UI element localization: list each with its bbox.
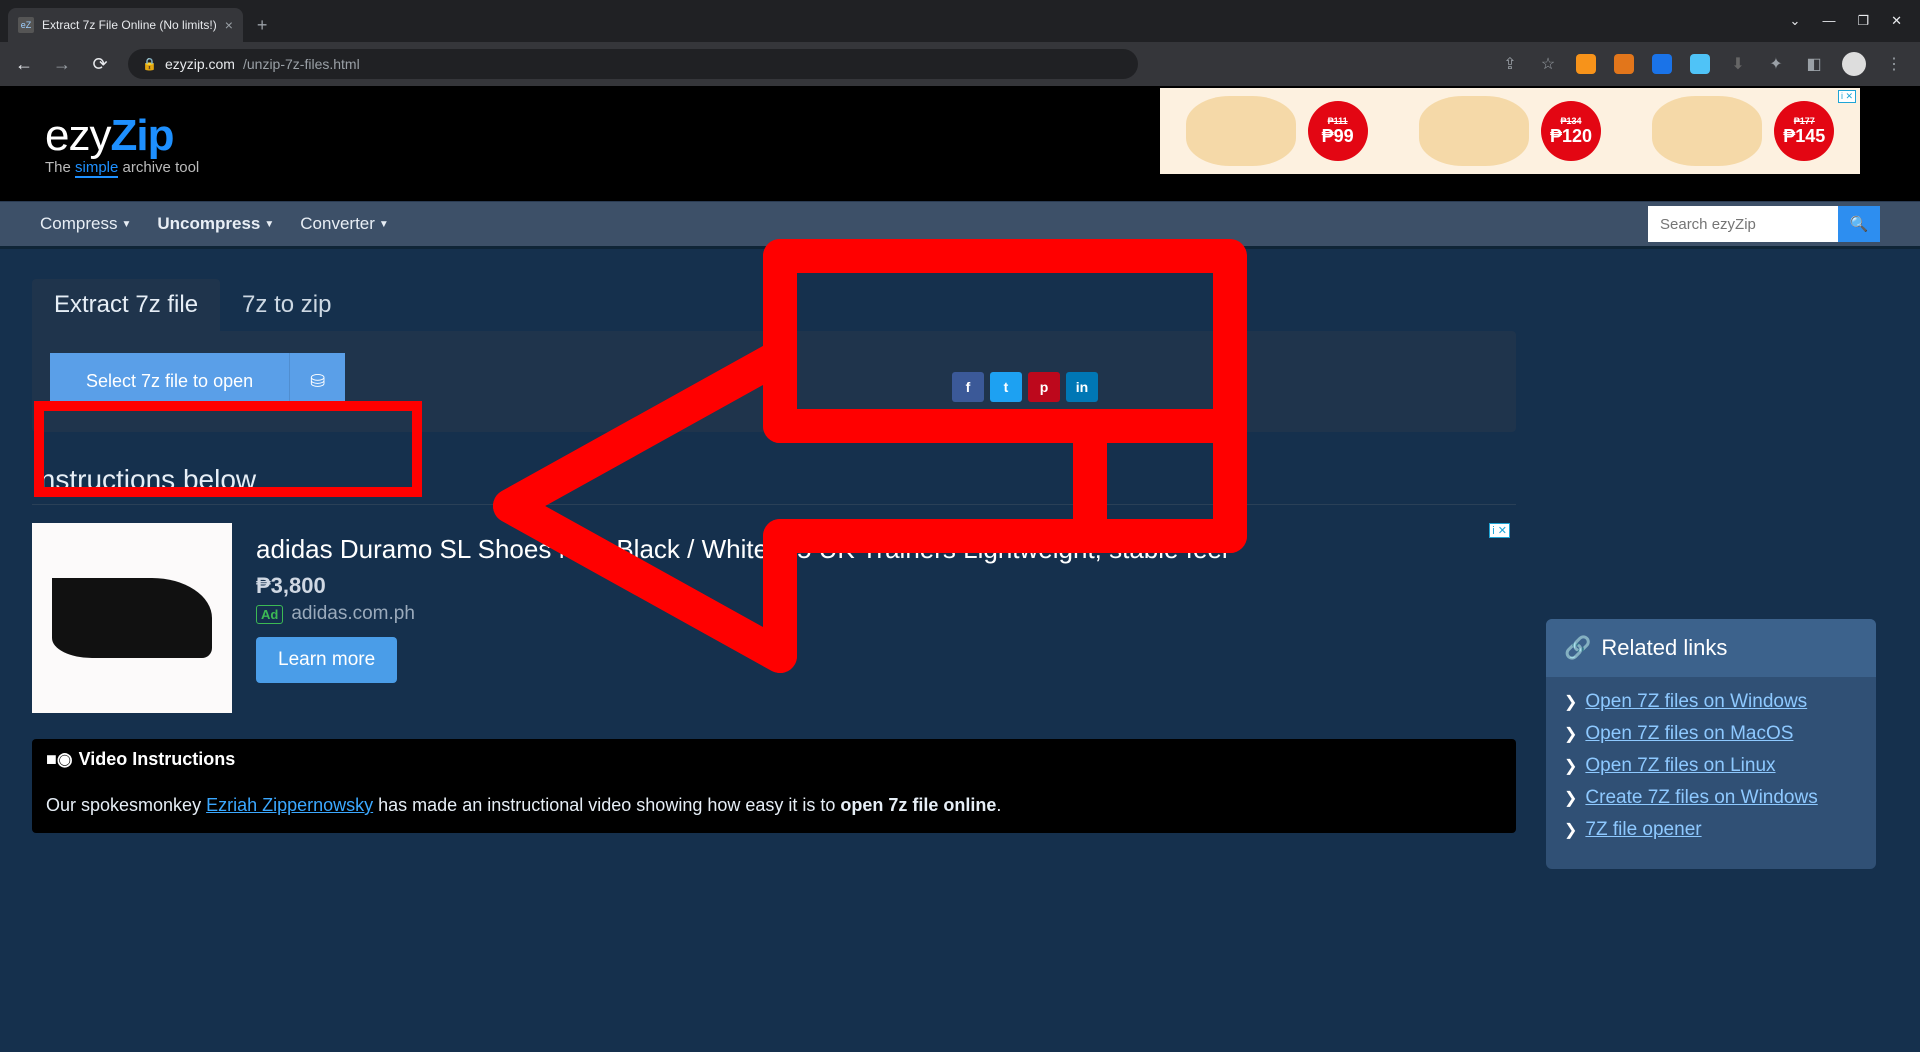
upload-zone: Select 7z file to open ⛁: [32, 331, 1516, 432]
related-link[interactable]: Open 7Z files on Linux: [1585, 755, 1775, 777]
related-link-item: ❯ 7Z file opener: [1564, 819, 1858, 841]
extension-icon-2[interactable]: [1614, 54, 1634, 74]
caret-down-icon: ▼: [379, 219, 389, 230]
minimize-icon[interactable]: ―: [1822, 13, 1835, 29]
related-link-item: ❯ Open 7Z files on Linux: [1564, 755, 1858, 777]
tab-close-icon[interactable]: ×: [225, 17, 233, 33]
chevron-right-icon: ❯: [1564, 788, 1577, 808]
social-share: f t p in: [952, 372, 1098, 402]
linkedin-share[interactable]: in: [1066, 372, 1098, 402]
ad-marker-icon[interactable]: i ✕: [1489, 523, 1510, 538]
video-instructions-card: ■◉Video Instructions Our spokesmonkey Ez…: [32, 739, 1516, 833]
related-link-item: ❯ Create 7Z files on Windows: [1564, 787, 1858, 809]
logo-text-2: Zip: [110, 111, 173, 160]
close-window-icon[interactable]: ✕: [1891, 13, 1902, 29]
nav-back-icon[interactable]: ←: [10, 54, 38, 75]
pinterest-share[interactable]: p: [1028, 372, 1060, 402]
ad-product-image: [32, 523, 232, 713]
tab-7z-to-zip[interactable]: 7z to zip: [220, 279, 353, 331]
tab-title: Extract 7z File Online (No limits!): [42, 18, 217, 32]
browser-address-bar: ← → ⟳ 🔒 ezyzip.com/unzip-7z-files.html ⇪…: [0, 42, 1920, 86]
nav-forward-icon[interactable]: →: [48, 54, 76, 75]
ad-title: adidas Duramo SL Shoes Men Black / White…: [256, 533, 1516, 567]
browser-tab[interactable]: eZ Extract 7z File Online (No limits!) ×: [8, 8, 243, 42]
ad-cta-button[interactable]: Learn more: [256, 637, 397, 683]
chevron-right-icon: ❯: [1564, 724, 1577, 744]
url-domain: ezyzip.com: [165, 56, 235, 72]
extension-icon-4[interactable]: [1690, 54, 1710, 74]
related-link-item: ❯ Open 7Z files on Windows: [1564, 691, 1858, 713]
banner-ad[interactable]: i ✕ ₱111₱99 ₱134₱120 ₱177₱145: [1160, 88, 1860, 174]
bookmark-star-icon[interactable]: ☆: [1538, 54, 1558, 74]
main-nav: Compress▼ Uncompress▼ Converter▼ 🔍: [0, 201, 1920, 249]
related-link[interactable]: Open 7Z files on MacOS: [1585, 723, 1793, 745]
window-controls: ⌄ ― ❐ ✕: [1790, 13, 1920, 29]
video-card-body: Our spokesmonkey Ezriah Zippernowsky has…: [32, 780, 1516, 833]
site-logo[interactable]: ezyZip The simple archive tool: [45, 111, 199, 176]
lock-icon: 🔒: [142, 57, 157, 71]
video-icon: ■◉: [46, 749, 73, 770]
extension-icon-1[interactable]: [1576, 54, 1596, 74]
link-icon: 🔗: [1564, 635, 1591, 661]
tab-favicon-icon: eZ: [18, 17, 34, 33]
related-links-heading: 🔗Related links: [1546, 619, 1876, 677]
page-tabs: Extract 7z file 7z to zip: [32, 279, 1516, 331]
logo-tagline: The simple archive tool: [45, 159, 199, 176]
video-card-heading: ■◉Video Instructions: [32, 739, 1516, 780]
new-tab-button[interactable]: +: [257, 15, 268, 36]
nav-reload-icon[interactable]: ⟳: [86, 54, 114, 75]
side-panel-icon[interactable]: ◧: [1804, 54, 1824, 74]
nav-compress[interactable]: Compress▼: [40, 214, 131, 234]
ad-price: ₱3,800: [256, 573, 1516, 599]
instructions-heading: Instructions below: [32, 464, 1516, 505]
select-file-button[interactable]: Select 7z file to open: [50, 353, 289, 410]
ad-food-image-3: [1652, 96, 1762, 166]
chevron-right-icon: ❯: [1564, 820, 1577, 840]
caret-down-icon: ▼: [264, 219, 274, 230]
ad-food-image-1: [1186, 96, 1296, 166]
ad-food-image-2: [1419, 96, 1529, 166]
search-button[interactable]: 🔍: [1838, 206, 1880, 242]
related-link[interactable]: Open 7Z files on Windows: [1585, 691, 1807, 713]
profile-avatar[interactable]: [1842, 52, 1866, 76]
page-header: ezyZip The simple archive tool i ✕ ₱111₱…: [0, 86, 1920, 201]
ad-badge: Ad: [256, 605, 283, 624]
ad-info-icon[interactable]: i ✕: [1838, 90, 1856, 103]
nav-uncompress[interactable]: Uncompress▼: [157, 214, 274, 234]
maximize-icon[interactable]: ❐: [1857, 13, 1869, 29]
related-link[interactable]: Create 7Z files on Windows: [1585, 787, 1817, 809]
browser-titlebar: eZ Extract 7z File Online (No limits!) ×…: [0, 0, 1920, 42]
dropbox-button[interactable]: ⛁: [289, 353, 345, 410]
ad-domain: adidas.com.ph: [291, 603, 415, 624]
dropbox-icon: ⛁: [310, 371, 325, 391]
extension-icon-3[interactable]: [1652, 54, 1672, 74]
inline-ad[interactable]: i ✕ adidas Duramo SL Shoes Men Black / W…: [32, 523, 1516, 713]
related-link-item: ❯ Open 7Z files on MacOS: [1564, 723, 1858, 745]
twitter-share[interactable]: t: [990, 372, 1022, 402]
url-input[interactable]: 🔒 ezyzip.com/unzip-7z-files.html: [128, 49, 1138, 79]
nav-converter[interactable]: Converter▼: [300, 214, 389, 234]
video-author-link[interactable]: Ezriah Zippernowsky: [206, 795, 373, 815]
url-path: /unzip-7z-files.html: [243, 56, 360, 72]
tab-extract-7z[interactable]: Extract 7z file: [32, 279, 220, 331]
related-link[interactable]: 7Z file opener: [1585, 819, 1701, 841]
facebook-share[interactable]: f: [952, 372, 984, 402]
related-links-card: 🔗Related links ❯ Open 7Z files on Windows…: [1546, 619, 1876, 869]
search-input[interactable]: [1648, 206, 1838, 242]
download-icon[interactable]: ⬇: [1728, 54, 1748, 74]
share-icon[interactable]: ⇪: [1500, 54, 1520, 74]
extensions-puzzle-icon[interactable]: ✦: [1766, 54, 1786, 74]
chevron-right-icon: ❯: [1564, 756, 1577, 776]
dropdown-icon[interactable]: ⌄: [1790, 13, 1801, 29]
kebab-menu-icon[interactable]: ⋮: [1884, 54, 1904, 74]
search-icon: 🔍: [1850, 215, 1869, 233]
logo-text-1: ezy: [45, 111, 110, 160]
caret-down-icon: ▼: [121, 219, 131, 230]
chevron-right-icon: ❯: [1564, 692, 1577, 712]
